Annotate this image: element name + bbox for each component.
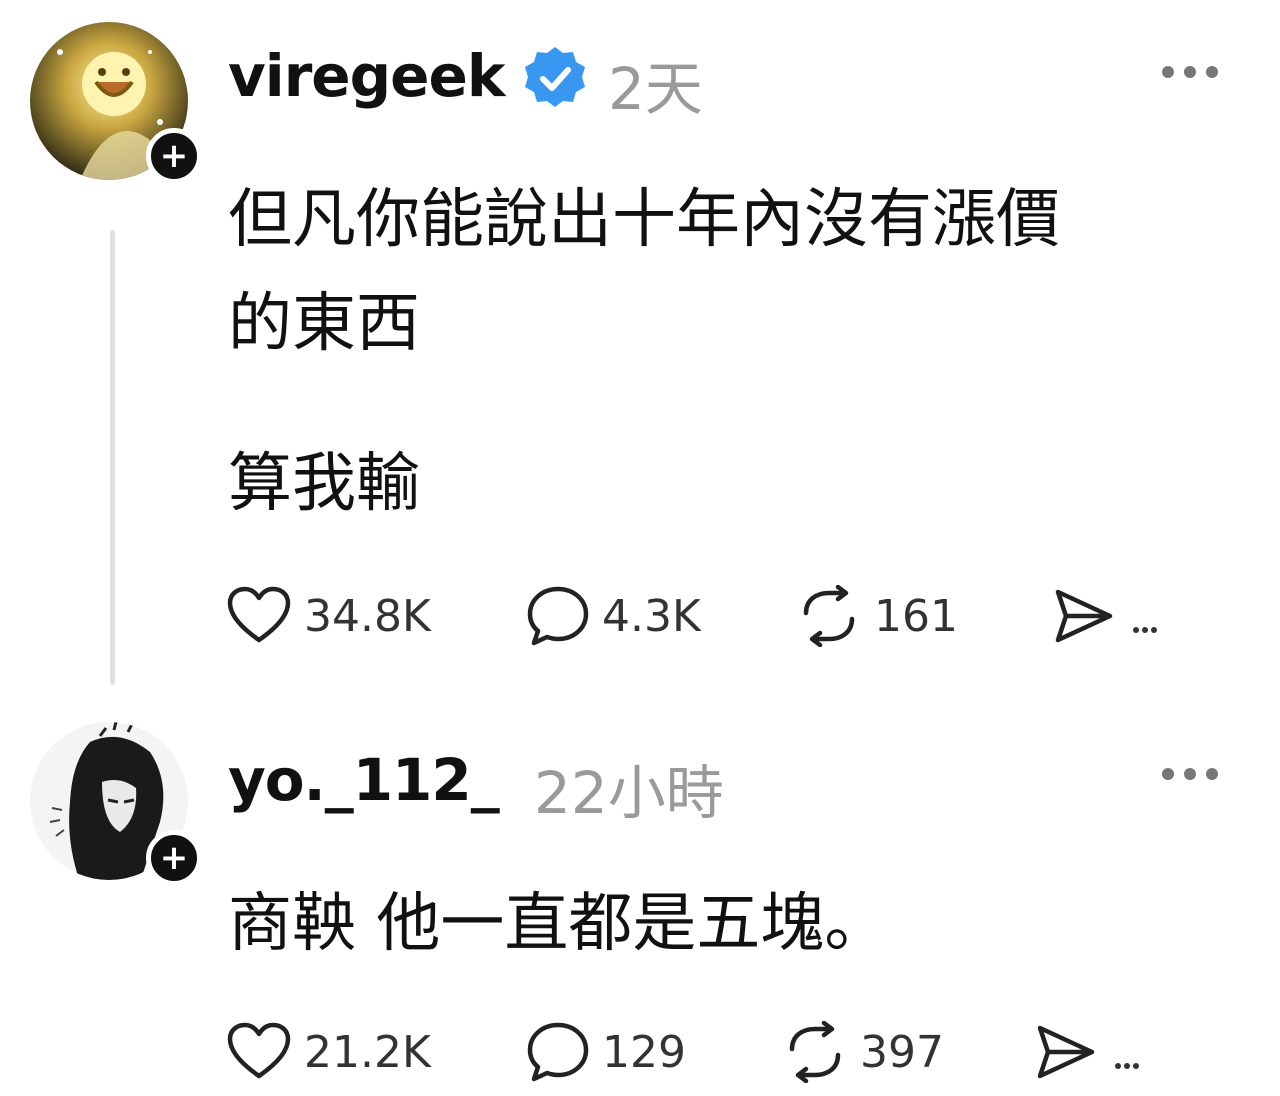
follow-plus-icon[interactable]: + [146, 830, 202, 886]
reply-count: 129 [602, 1026, 686, 1078]
repost-icon [803, 585, 855, 647]
more-options-icon[interactable] [1162, 66, 1218, 80]
like-count: 21.2K [304, 1026, 431, 1078]
username[interactable]: yo._112_ [228, 746, 500, 814]
repost-icon [789, 1021, 841, 1083]
reply-button[interactable]: 129 [526, 1022, 686, 1082]
reply-count: 4.3K [602, 590, 701, 642]
thread-connector-line [110, 230, 115, 685]
post-text-line-1: 但凡你能說出十年內沒有漲價 [228, 183, 1060, 257]
avatar-container[interactable]: + [30, 722, 202, 887]
repost-button[interactable]: 161 [796, 585, 958, 647]
like-button[interactable]: 34.8K [226, 586, 431, 646]
repost-button[interactable]: 397 [782, 1021, 944, 1083]
like-button[interactable]: 21.2K [226, 1022, 431, 1082]
send-icon [1037, 1025, 1139, 1079]
comment-icon [527, 1022, 589, 1082]
post-viregeek: + viregeek 2天 但凡你能說出十年內沒有漲價 的東西 算我輸 34.8… [0, 0, 1280, 700]
post-yo_112: + yo._112_ 22小時 商鞅 他一直都是五塊。 21.2K 129 39… [0, 700, 1280, 1096]
avatar-container[interactable]: + [30, 22, 202, 187]
share-button[interactable] [1034, 1022, 1144, 1082]
post-text-line-2: 的東西 [228, 287, 420, 361]
send-icon [1055, 589, 1157, 643]
post-text-line-1: 商鞅 他一直都是五塊。 [228, 887, 889, 961]
share-button[interactable] [1052, 586, 1162, 646]
verified-badge-icon [525, 47, 585, 107]
post-time: 22小時 [534, 759, 724, 827]
comment-icon [527, 586, 589, 646]
heart-icon [227, 1022, 291, 1079]
reply-button[interactable]: 4.3K [526, 586, 701, 646]
follow-plus-icon[interactable]: + [146, 128, 202, 184]
post-time: 2天 [608, 55, 703, 123]
post-text-line-3: 算我輸 [228, 447, 420, 521]
repost-count: 161 [874, 590, 958, 642]
like-count: 34.8K [304, 590, 431, 642]
more-options-icon[interactable] [1162, 768, 1218, 782]
username[interactable]: viregeek [228, 42, 505, 110]
repost-count: 397 [860, 1026, 944, 1078]
heart-icon [227, 586, 291, 643]
